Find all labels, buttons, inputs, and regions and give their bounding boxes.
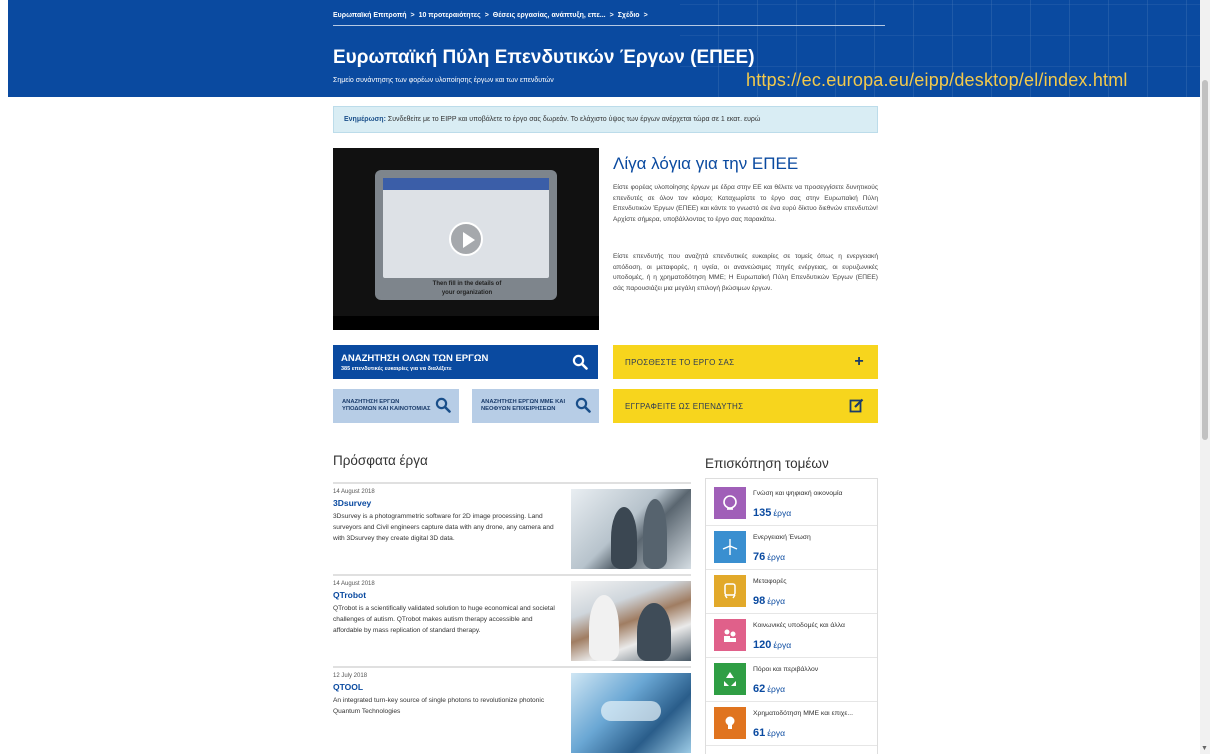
- project-date: 12 July 2018: [333, 673, 368, 679]
- notice-label: Ενημέρωση:: [344, 116, 386, 123]
- intro-video[interactable]: Then fill in the details of your organiz…: [333, 148, 599, 330]
- sectors-overview-title: Επισκόπηση τομέων: [705, 456, 829, 471]
- breadcrumb-item-priorities[interactable]: 10 προτεραιότητες: [419, 12, 481, 19]
- url-overlay: https://ec.europa.eu/eipp/desktop/el/ind…: [746, 70, 1128, 90]
- about-paragraph-2: Είστε επενδυτής που αναζητά επενδυτικές …: [613, 253, 878, 292]
- sector-label: Κοινωνικές υποδομές και άλλα: [753, 622, 845, 629]
- wind-turbine-icon: [722, 539, 738, 555]
- search-sme-startups-button[interactable]: ΑΝΑΖΗΤΗΣΗ ΕΡΓΩΝ ΜΜΕ ΚΑΙ ΝΕΟΦΥΩΝ ΕΠΙΧΕΙΡΗ…: [472, 389, 599, 423]
- play-icon[interactable]: [449, 222, 483, 256]
- sector-square: [714, 619, 746, 651]
- sector-square: [714, 575, 746, 607]
- notice-text: Συνδεθείτε με το EIPP και υποβάλετε το έ…: [385, 116, 761, 123]
- about-paragraph-1: Είστε φορέας υλοποίησης έργων με έδρα στ…: [613, 184, 878, 223]
- sector-item-sme-finance[interactable]: Χρηματοδότηση ΜΜΕ και επιχε... 61 έργα: [714, 701, 874, 745]
- project-description: 3Dsurvey is a photogrammetric software f…: [333, 513, 554, 542]
- video-controls-bar: [333, 316, 599, 330]
- sector-count[interactable]: 120 έργα: [753, 635, 791, 653]
- search-icon: [572, 354, 588, 370]
- recent-projects-title: Πρόσφατα έργα: [333, 453, 428, 468]
- breadcrumb-separator: >: [484, 12, 489, 19]
- sector-square: [714, 487, 746, 519]
- sector-item-energy[interactable]: Ενεργειακή Ένωση 76 έργα: [714, 525, 874, 569]
- sector-square: [714, 531, 746, 563]
- search-infra-label-1: ΑΝΑΖΗΤΗΣΗ ΕΡΓΩΝ: [342, 399, 400, 405]
- breadcrumb-divider: [333, 25, 885, 26]
- sector-label: Ενεργειακή Ένωση: [753, 534, 811, 541]
- register-investor-label: ΕΓΓΡΑΦΕΙΤΕ ΩΣ ΕΠΕΝΔΥΤΗΣ: [625, 401, 744, 411]
- sector-item-transport[interactable]: Μεταφορές 98 έργα: [714, 569, 874, 613]
- scroll-down-arrow-icon[interactable]: ▼: [1201, 745, 1208, 752]
- site-title: Ευρωπαϊκή Πύλη Επενδυτικών Έργων (ΕΠΕΕ): [333, 47, 755, 68]
- project-date: 14 August 2018: [333, 489, 375, 495]
- recycle-icon: [724, 672, 736, 686]
- search-icon: [575, 397, 591, 413]
- project-name-link[interactable]: QTrobot: [333, 590, 366, 600]
- sector-label: Πόροι και περιβάλλον: [753, 666, 819, 673]
- breadcrumb-separator: >: [410, 12, 415, 19]
- list-item: 14 August 2018 QTrobot QTrobot is a scie…: [333, 574, 691, 666]
- breadcrumb-separator: >: [643, 12, 648, 19]
- brain-icon: [723, 495, 737, 510]
- video-caption: Then fill in the details of your organiz…: [432, 281, 502, 296]
- search-infra-label-2: ΥΠΟΔΟΜΩΝ ΚΑΙ ΚΑΙΝΟΤΟΜΙΑΣ: [342, 406, 431, 412]
- breadcrumb-item-plan[interactable]: Σχέδιο: [618, 12, 640, 19]
- register-investor-button[interactable]: ΕΓΓΡΑΦΕΙΤΕ ΩΣ ΕΠΕΝΔΥΤΗΣ: [613, 389, 878, 423]
- search-icon: [435, 397, 451, 413]
- sector-label: Μεταφορές: [753, 578, 787, 585]
- sectors-list: Γνώση και ψηφιακή οικονομία 135 έργα Ενερ…: [705, 478, 878, 754]
- project-description: An integrated turn-key source of single …: [333, 697, 545, 715]
- sector-label: Γνώση και ψηφιακή οικονομία: [753, 490, 843, 497]
- sector-item-resources[interactable]: Πόροι και περιβάλλον 62 έργα: [714, 657, 874, 701]
- project-name-link[interactable]: 3Dsurvey: [333, 498, 371, 508]
- video-screen-bar: [383, 178, 549, 190]
- breadcrumb-item-jobs[interactable]: Θέσεις εργασίας, ανάπτυξη, επε...: [493, 12, 606, 19]
- site-subtitle: Σημείο συνάντησης των φορέων υλοποίησης …: [333, 77, 554, 84]
- edit-icon: [849, 398, 864, 413]
- add-project-button[interactable]: ΠΡΟΣΘΕΣΤΕ ΤΟ ΕΡΓΟ ΣΑΣ +: [613, 345, 878, 379]
- breadcrumb-separator: >: [609, 12, 614, 19]
- about-title: Λίγα λόγια για την ΕΠΕΕ: [613, 154, 799, 173]
- list-item: 12 July 2018 QTOOL An integrated turn-ke…: [333, 666, 691, 754]
- breadcrumb: Ευρωπαϊκή Επιτροπή > 10 προτεραιότητες >…: [333, 12, 648, 19]
- lightbulb-icon: [725, 716, 735, 729]
- update-notice: Ενημέρωση: Συνδεθείτε με το EIPP και υπο…: [333, 106, 878, 133]
- sector-square: [714, 663, 746, 695]
- search-sme-label-2: ΝΕΟΦΥΩΝ ΕΠΙΧΕΙΡΗΣΕΩΝ: [481, 406, 556, 412]
- page-scrollbar[interactable]: ▼: [1200, 0, 1210, 754]
- project-thumbnail[interactable]: [571, 489, 691, 569]
- sector-square: [714, 707, 746, 739]
- list-item: 14 August 2018 3Dsurvey 3Dsurvey is a ph…: [333, 482, 691, 574]
- sector-count[interactable]: 62 έργα: [753, 679, 785, 697]
- search-infrastructure-button[interactable]: ΑΝΑΖΗΤΗΣΗ ΕΡΓΩΝ ΥΠΟΔΟΜΩΝ ΚΑΙ ΚΑΙΝΟΤΟΜΙΑΣ: [333, 389, 459, 423]
- page: Ευρωπαϊκή Επιτροπή > 10 προτεραιότητες >…: [0, 0, 1210, 754]
- project-description: QTrobot is a scientifically validated so…: [333, 605, 555, 634]
- project-name-link[interactable]: QTOOL: [333, 682, 363, 692]
- add-project-label: ΠΡΟΣΘΕΣΤΕ ΤΟ ΕΡΓΟ ΣΑΣ: [625, 357, 735, 367]
- sector-count[interactable]: 135 έργα: [753, 503, 791, 521]
- search-sme-label-1: ΑΝΑΖΗΤΗΣΗ ΕΡΓΩΝ ΜΜΕ ΚΑΙ: [481, 399, 566, 405]
- plus-icon: +: [854, 353, 864, 370]
- scrollbar-thumb[interactable]: [1202, 80, 1208, 440]
- train-icon: [724, 583, 736, 599]
- search-all-label: ΑΝΑΖΗΤΗΣΗ ΟΛΩΝ ΤΩΝ ΕΡΓΩΝ: [341, 352, 489, 364]
- project-thumbnail[interactable]: [571, 581, 691, 661]
- search-all-sublabel: 385 επενδυτικές ευκαιρίες για να διαλέξε…: [341, 365, 452, 372]
- search-all-projects-button[interactable]: ΑΝΑΖΗΤΗΣΗ ΟΛΩΝ ΤΩΝ ΕΡΓΩΝ 385 επενδυτικές…: [333, 345, 598, 379]
- project-thumbnail[interactable]: [571, 673, 691, 753]
- breadcrumb-item-commission[interactable]: Ευρωπαϊκή Επιτροπή: [333, 12, 406, 19]
- sector-item-social[interactable]: Κοινωνικές υποδομές και άλλα 120 έργα: [714, 613, 874, 657]
- sector-item-knowledge[interactable]: Γνώση και ψηφιακή οικονομία 135 έργα: [714, 481, 874, 525]
- people-icon: [724, 629, 736, 642]
- sector-label: Χρηματοδότηση ΜΜΕ και επιχε...: [753, 710, 854, 717]
- sector-count[interactable]: 98 έργα: [753, 591, 785, 609]
- sector-count[interactable]: 76 έργα: [753, 547, 785, 565]
- sector-count[interactable]: 61 έργα: [753, 723, 785, 741]
- site-header: Ευρωπαϊκή Επιτροπή > 10 προτεραιότητες >…: [8, 0, 1200, 97]
- divider: [706, 745, 877, 746]
- project-date: 14 August 2018: [333, 581, 375, 587]
